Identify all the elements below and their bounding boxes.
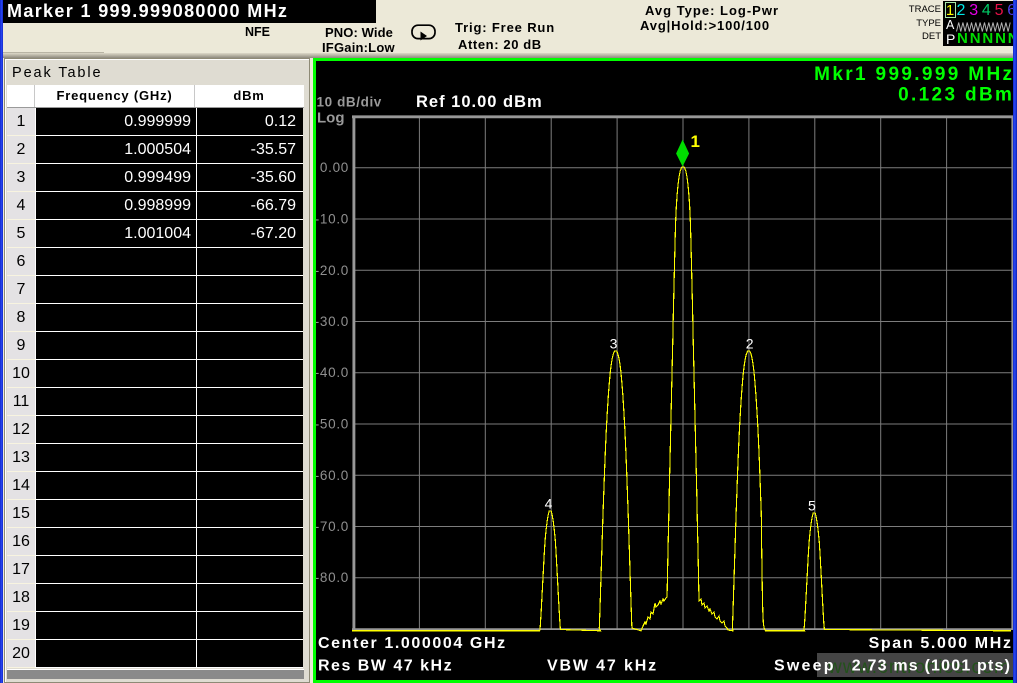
svg-text:-60.0: -60.0 bbox=[316, 468, 349, 483]
svg-text:Center 1.000004 GHz: Center 1.000004 GHz bbox=[318, 635, 507, 652]
svg-text:0.123 dBm: 0.123 dBm bbox=[898, 85, 1014, 106]
svg-text:Span 5.000 MHz: Span 5.000 MHz bbox=[869, 635, 1013, 652]
svg-text:2: 2 bbox=[746, 336, 754, 352]
svg-text:Mkr1 999.999 MHz: Mkr1 999.999 MHz bbox=[814, 64, 1014, 85]
svg-text:5: 5 bbox=[808, 498, 816, 514]
svg-text:1: 1 bbox=[691, 132, 700, 151]
svg-text:-30.0: -30.0 bbox=[316, 314, 349, 329]
svg-text:Sweep: Sweep bbox=[774, 658, 836, 675]
svg-text:Res BW 47 kHz: Res BW 47 kHz bbox=[318, 658, 453, 675]
svg-text:-20.0: -20.0 bbox=[316, 263, 349, 278]
svg-text:10 dB/div: 10 dB/div bbox=[317, 95, 382, 110]
svg-text:-40.0: -40.0 bbox=[316, 365, 349, 380]
svg-text:-50.0: -50.0 bbox=[316, 417, 349, 432]
svg-text:2.73 ms (1001 pts): 2.73 ms (1001 pts) bbox=[852, 658, 1011, 675]
svg-text:Ref 10.00 dBm: Ref 10.00 dBm bbox=[416, 93, 543, 111]
svg-text:0.00: 0.00 bbox=[320, 160, 349, 175]
svg-text:VBW 47 kHz: VBW 47 kHz bbox=[547, 658, 658, 675]
svg-text:4: 4 bbox=[545, 496, 553, 512]
svg-text:3: 3 bbox=[610, 336, 618, 352]
svg-text:-10.0: -10.0 bbox=[316, 212, 349, 227]
svg-text:-70.0: -70.0 bbox=[316, 519, 349, 534]
svg-text:-80.0: -80.0 bbox=[316, 570, 349, 585]
svg-text:Log: Log bbox=[317, 110, 345, 127]
